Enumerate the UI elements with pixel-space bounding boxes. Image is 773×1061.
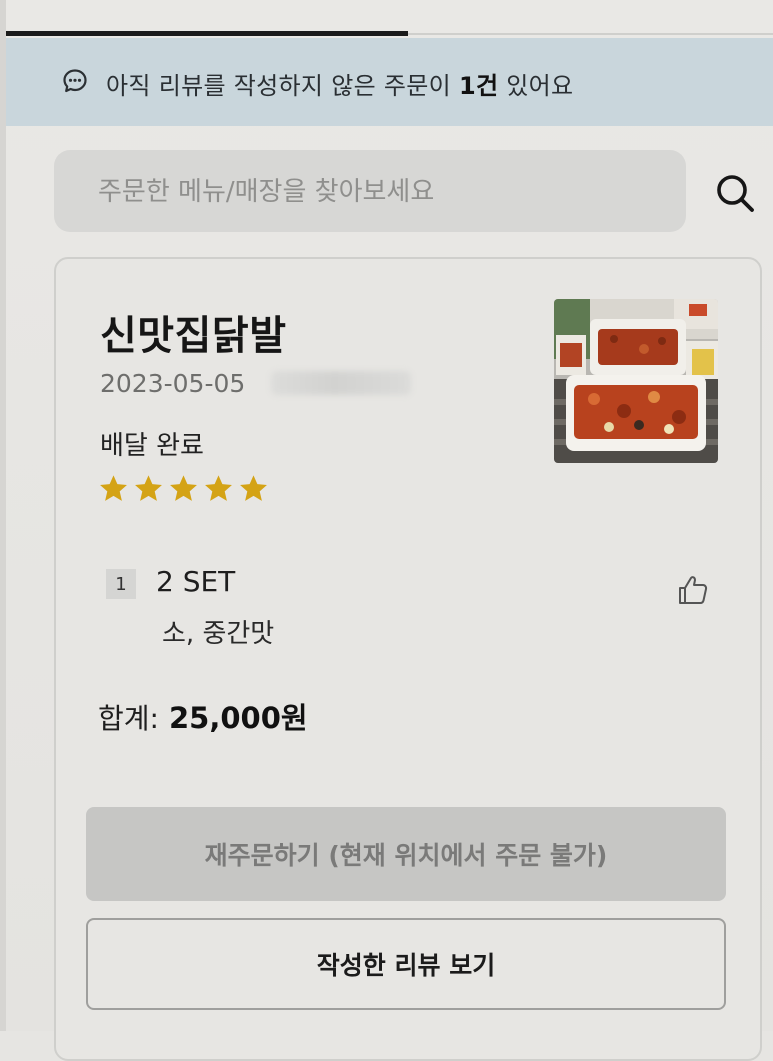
total-label: 합계: xyxy=(98,702,159,735)
tab-track xyxy=(408,33,773,35)
item-name: 2 SET xyxy=(156,565,236,598)
active-tab-indicator xyxy=(6,31,408,36)
delivery-status: 배달 완료 xyxy=(100,431,204,461)
view-review-button[interactable]: 작성한 리뷰 보기 xyxy=(86,918,726,1010)
notice-suffix: 있어요 xyxy=(498,72,574,100)
total-amount: 25,000원 xyxy=(168,701,308,735)
food-thumbnail[interactable] xyxy=(554,299,718,463)
item-options: 소, 중간맛 xyxy=(162,619,275,649)
thumbs-up-icon[interactable] xyxy=(676,573,710,607)
order-date: 2023-05-05 xyxy=(100,369,246,398)
star-icon xyxy=(205,475,232,501)
search-icon[interactable] xyxy=(712,170,760,218)
star-icon xyxy=(100,475,127,501)
blurred-order-info xyxy=(271,371,411,395)
chat-bubble-icon xyxy=(63,69,87,93)
star-icon xyxy=(135,475,162,501)
store-name[interactable]: 신맛집닭발 xyxy=(100,303,287,361)
notice-prefix: 아직 리뷰를 작성하지 않은 주문이 xyxy=(106,72,459,100)
notice-count: 1건 xyxy=(458,72,499,100)
star-icon xyxy=(240,475,267,501)
order-history-screen: 아직 리뷰를 작성하지 않은 주문이 1건 있어요 신맛집닭발 2023-05-… xyxy=(0,0,773,1061)
search-input[interactable] xyxy=(96,173,660,211)
screen-edge xyxy=(0,0,6,1031)
unreviewed-order-notice[interactable]: 아직 리뷰를 작성하지 않은 주문이 1건 있어요 xyxy=(6,38,773,126)
star-icon xyxy=(170,475,197,501)
notice-text: 아직 리뷰를 작성하지 않은 주문이 1건 있어요 xyxy=(106,66,573,101)
reorder-button[interactable]: 재주문하기 (현재 위치에서 주문 불가) xyxy=(86,807,726,901)
order-card[interactable]: 신맛집닭발 2023-05-05 배달 완료 1 2 SET 소, 중간맛 합계… xyxy=(54,257,762,1061)
order-total: 합계: 25,000원 xyxy=(98,695,308,737)
item-quantity-badge: 1 xyxy=(106,569,136,599)
rating-stars xyxy=(98,473,269,504)
search-box[interactable] xyxy=(54,150,686,232)
order-item: 1 2 SET 소, 중간맛 xyxy=(106,561,726,651)
